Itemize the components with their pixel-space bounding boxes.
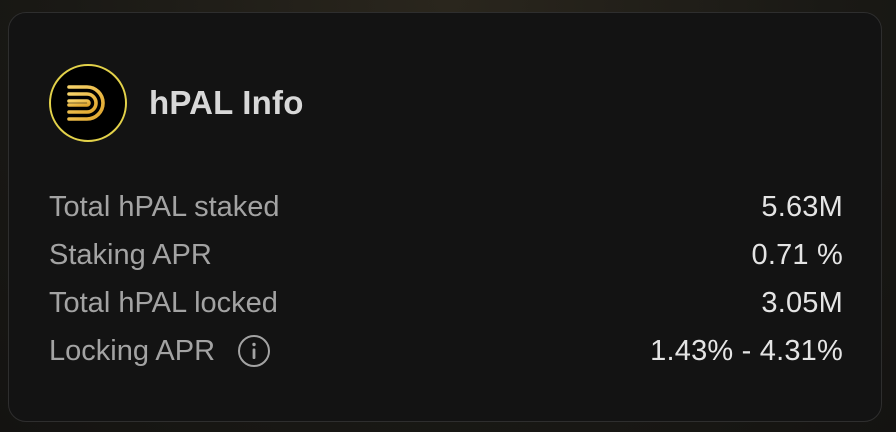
hpal-info-card: hPAL Info Total hPAL staked 5.63M Stakin… <box>8 12 882 422</box>
card-title: hPAL Info <box>149 84 304 121</box>
stat-value: 5.63M <box>761 190 843 223</box>
stat-label-with-icon: Locking APR <box>49 334 271 368</box>
stat-value: 0.71 % <box>751 238 843 271</box>
stat-label: Locking APR <box>49 334 216 367</box>
stat-row-locking-apr: Locking APR 1.43% - 4.31% <box>49 327 843 375</box>
stat-value: 1.43% - 4.31% <box>650 334 843 367</box>
stat-row-total-locked: Total hPAL locked 3.05M <box>49 279 843 327</box>
info-icon[interactable] <box>237 334 271 368</box>
card-header: hPAL Info <box>49 64 304 142</box>
stat-label: Total hPAL staked <box>49 190 280 223</box>
stat-row-staking-apr: Staking APR 0.71 % <box>49 231 843 279</box>
stat-row-total-staked: Total hPAL staked 5.63M <box>49 183 843 231</box>
stat-value: 3.05M <box>761 286 843 319</box>
stats-list: Total hPAL staked 5.63M Staking APR 0.71… <box>49 183 843 375</box>
paladin-logo-icon <box>49 64 127 142</box>
stat-label: Total hPAL locked <box>49 286 278 319</box>
stat-label: Staking APR <box>49 238 212 271</box>
